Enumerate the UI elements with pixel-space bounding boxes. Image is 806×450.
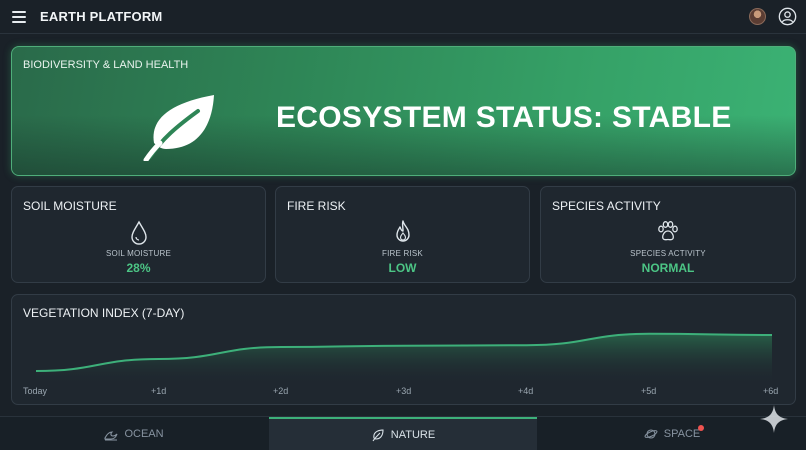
- soil-moisture-card[interactable]: SOIL MOISTURE SOIL MOISTURE 28%: [11, 186, 266, 283]
- fire-risk-card[interactable]: FIRE RISK FIRE RISK LOW: [275, 186, 530, 283]
- avatar[interactable]: [749, 8, 766, 25]
- vegetation-title: VEGETATION INDEX (7-DAY): [23, 306, 185, 320]
- top-bar: EARTH PLATFORM: [0, 0, 806, 34]
- x-tick-label: Today: [23, 386, 48, 396]
- app-title: EARTH PLATFORM: [40, 9, 163, 24]
- wave-icon: [104, 431, 118, 441]
- notification-dot: [698, 425, 704, 431]
- flame-icon: [396, 220, 410, 242]
- x-tick-label: +3d: [396, 386, 412, 396]
- species-activity-card[interactable]: SPECIES ACTIVITY SPECIES ACTIVITY NORMAL: [540, 186, 796, 283]
- card-title: SOIL MOISTURE: [23, 199, 117, 213]
- paw-icon: [658, 221, 678, 241]
- ecosystem-status-panel: BIODIVERSITY & LAND HEALTH ECOSYSTEM STA…: [11, 46, 796, 176]
- card-title: SPECIES ACTIVITY: [552, 199, 661, 213]
- card-subtitle: SPECIES ACTIVITY: [630, 249, 706, 258]
- leaf-icon: [143, 95, 214, 161]
- sparkle-icon[interactable]: [759, 404, 789, 434]
- card-title: FIRE RISK: [287, 199, 346, 213]
- leaf-icon: [372, 429, 384, 442]
- x-tick-label: +1d: [151, 386, 167, 396]
- card-subtitle: SOIL MOISTURE: [106, 249, 171, 258]
- bottom-nav: OCEAN NATURE SPACE: [0, 416, 806, 450]
- tab-label: NATURE: [390, 429, 436, 441]
- hero-label: BIODIVERSITY & LAND HEALTH: [23, 59, 189, 71]
- vegetation-index-panel: VEGETATION INDEX (7-DAY) Today +1d +2d +…: [11, 294, 796, 405]
- ecosystem-status-text: ECOSYSTEM STATUS: STABLE: [276, 101, 732, 134]
- fire-risk-value: LOW: [388, 261, 417, 275]
- tab-label: OCEAN: [124, 428, 164, 440]
- species-activity-value: NORMAL: [641, 261, 695, 275]
- planet-icon: [644, 429, 658, 439]
- x-tick-label: +2d: [273, 386, 289, 396]
- tab-ocean[interactable]: OCEAN: [0, 417, 268, 450]
- menu-icon[interactable]: [12, 11, 26, 23]
- card-subtitle: FIRE RISK: [382, 249, 423, 258]
- account-icon[interactable]: [778, 7, 797, 26]
- tab-nature[interactable]: NATURE: [269, 417, 537, 450]
- water-drop-icon: [131, 220, 147, 245]
- x-tick-label: +4d: [518, 386, 534, 396]
- x-tick-label: +5d: [641, 386, 657, 396]
- soil-moisture-value: 28%: [126, 261, 151, 275]
- tab-label: SPACE: [663, 428, 701, 440]
- x-tick-label: +6d: [763, 386, 779, 396]
